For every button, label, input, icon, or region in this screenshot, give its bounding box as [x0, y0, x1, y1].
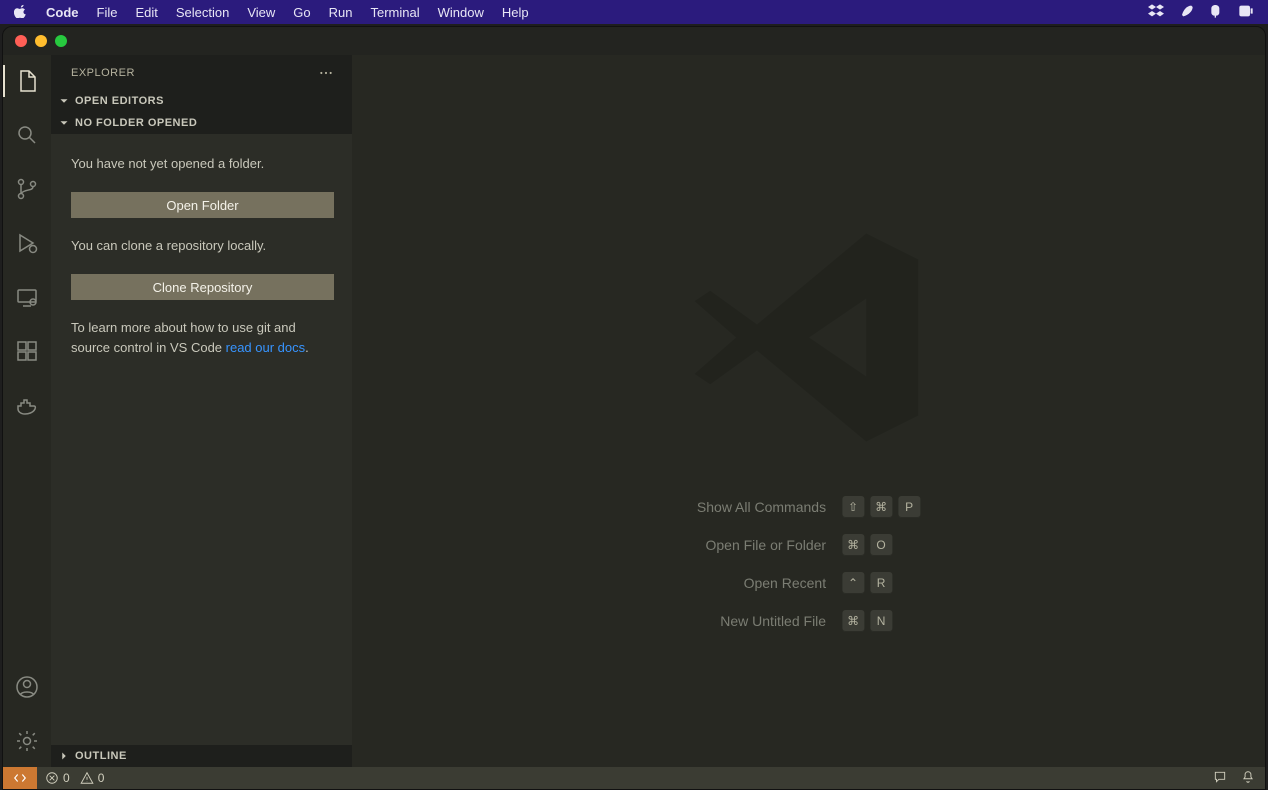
bell-icon: [1241, 770, 1255, 784]
no-folder-message: You have not yet opened a folder.: [71, 154, 334, 174]
status-errors-count: 0: [63, 771, 70, 785]
menu-help[interactable]: Help: [502, 5, 529, 20]
vscode-logo-watermark: [679, 207, 939, 472]
activity-run-debug[interactable]: [3, 223, 51, 263]
clone-repository-button[interactable]: Clone Repository: [71, 274, 334, 300]
extensions-icon: [15, 339, 39, 363]
shortcut-show-all-commands-label: Show All Commands: [697, 499, 826, 515]
key-p: P: [898, 496, 920, 518]
chevron-down-icon: [57, 94, 71, 108]
menu-run[interactable]: Run: [329, 5, 353, 20]
section-no-folder[interactable]: NO FOLDER OPENED: [51, 112, 352, 134]
warning-icon: [80, 771, 94, 785]
window-close-button[interactable]: [15, 35, 27, 47]
shortcut-open-file-label: Open File or Folder: [697, 537, 826, 553]
menu-view[interactable]: View: [247, 5, 275, 20]
remote-icon: [15, 285, 39, 309]
apple-logo-icon[interactable]: [14, 4, 28, 21]
activity-explorer[interactable]: [3, 61, 51, 101]
git-branch-icon: [15, 177, 39, 201]
window-titlebar: [3, 27, 1265, 55]
window-minimize-button[interactable]: [35, 35, 47, 47]
activity-remote-explorer[interactable]: [3, 277, 51, 317]
key-ctrl: ⌃: [842, 572, 864, 594]
menu-app-code[interactable]: Code: [46, 5, 79, 20]
elephant-icon[interactable]: [1208, 3, 1224, 22]
sidebar-more-button[interactable]: [318, 65, 334, 81]
remote-indicator-icon: [13, 771, 27, 785]
chevron-right-icon: [57, 749, 71, 763]
status-notifications-button[interactable]: [1241, 770, 1255, 787]
chevron-down-icon: [57, 116, 71, 130]
activity-extensions[interactable]: [3, 331, 51, 371]
read-our-docs-link[interactable]: read our docs: [226, 340, 306, 355]
macos-menubar: Code File Edit Selection View Go Run Ter…: [0, 0, 1268, 24]
feather-icon[interactable]: [1178, 3, 1194, 22]
key-cmd: ⌘: [842, 610, 864, 632]
section-outline[interactable]: OUTLINE: [51, 745, 352, 767]
menu-selection[interactable]: Selection: [176, 5, 229, 20]
error-icon: [45, 771, 59, 785]
window-zoom-button[interactable]: [55, 35, 67, 47]
docker-icon: [15, 393, 39, 417]
remote-window-button[interactable]: [3, 767, 37, 789]
activity-bar: [3, 55, 51, 767]
activity-docker[interactable]: [3, 385, 51, 425]
search-icon: [15, 123, 39, 147]
welcome-shortcuts: Show All Commands ⇧ ⌘ P Open File or Fol…: [697, 496, 920, 632]
ellipsis-icon: [318, 65, 334, 81]
files-icon: [15, 69, 39, 93]
key-cmd: ⌘: [842, 534, 864, 556]
menu-edit[interactable]: Edit: [135, 5, 157, 20]
menu-terminal[interactable]: Terminal: [371, 5, 420, 20]
account-icon: [15, 675, 39, 699]
play-bug-icon: [15, 231, 39, 255]
activity-accounts[interactable]: [3, 667, 51, 707]
sidecar-icon[interactable]: [1238, 3, 1254, 22]
status-feedback-button[interactable]: [1213, 770, 1227, 787]
shortcut-open-recent-label: Open Recent: [697, 575, 826, 591]
status-problems[interactable]: 0 0: [37, 767, 112, 789]
shortcut-open-recent-keys: ⌃ R: [842, 572, 920, 594]
menu-window[interactable]: Window: [438, 5, 484, 20]
comment-icon: [1213, 770, 1227, 784]
activity-source-control[interactable]: [3, 169, 51, 209]
activity-search[interactable]: [3, 115, 51, 155]
key-n: N: [870, 610, 892, 632]
shortcut-new-file-keys: ⌘ N: [842, 610, 920, 632]
status-bar: 0 0: [3, 767, 1265, 789]
docs-message-period: .: [305, 340, 309, 355]
sidebar-title: EXPLORER: [71, 67, 135, 79]
clone-message: You can clone a repository locally.: [71, 236, 334, 256]
shortcut-new-file-label: New Untitled File: [697, 613, 826, 629]
editor-area: Show All Commands ⇧ ⌘ P Open File or Fol…: [352, 55, 1265, 767]
key-r: R: [870, 572, 892, 594]
key-o: O: [870, 534, 892, 556]
section-open-editors[interactable]: OPEN EDITORS: [51, 90, 352, 112]
shortcut-show-all-commands-keys: ⇧ ⌘ P: [842, 496, 920, 518]
gear-icon: [15, 729, 39, 753]
shortcut-open-file-keys: ⌘ O: [842, 534, 920, 556]
activity-settings[interactable]: [3, 721, 51, 761]
menu-go[interactable]: Go: [293, 5, 310, 20]
sidebar-explorer: EXPLORER OPEN EDITORS NO FOLDER OPENED Y…: [51, 55, 352, 767]
vscode-window: EXPLORER OPEN EDITORS NO FOLDER OPENED Y…: [2, 26, 1266, 790]
dropbox-icon[interactable]: [1148, 3, 1164, 22]
open-folder-button[interactable]: Open Folder: [71, 192, 334, 218]
no-folder-panel: You have not yet opened a folder. Open F…: [51, 134, 352, 745]
status-warnings-count: 0: [98, 771, 105, 785]
menu-file[interactable]: File: [97, 5, 118, 20]
docs-message: To learn more about how to use git and s…: [71, 318, 334, 358]
section-open-editors-label: OPEN EDITORS: [75, 95, 164, 107]
key-cmd: ⌘: [870, 496, 892, 518]
section-no-folder-label: NO FOLDER OPENED: [75, 117, 197, 129]
key-shift: ⇧: [842, 496, 864, 518]
section-outline-label: OUTLINE: [75, 750, 127, 762]
